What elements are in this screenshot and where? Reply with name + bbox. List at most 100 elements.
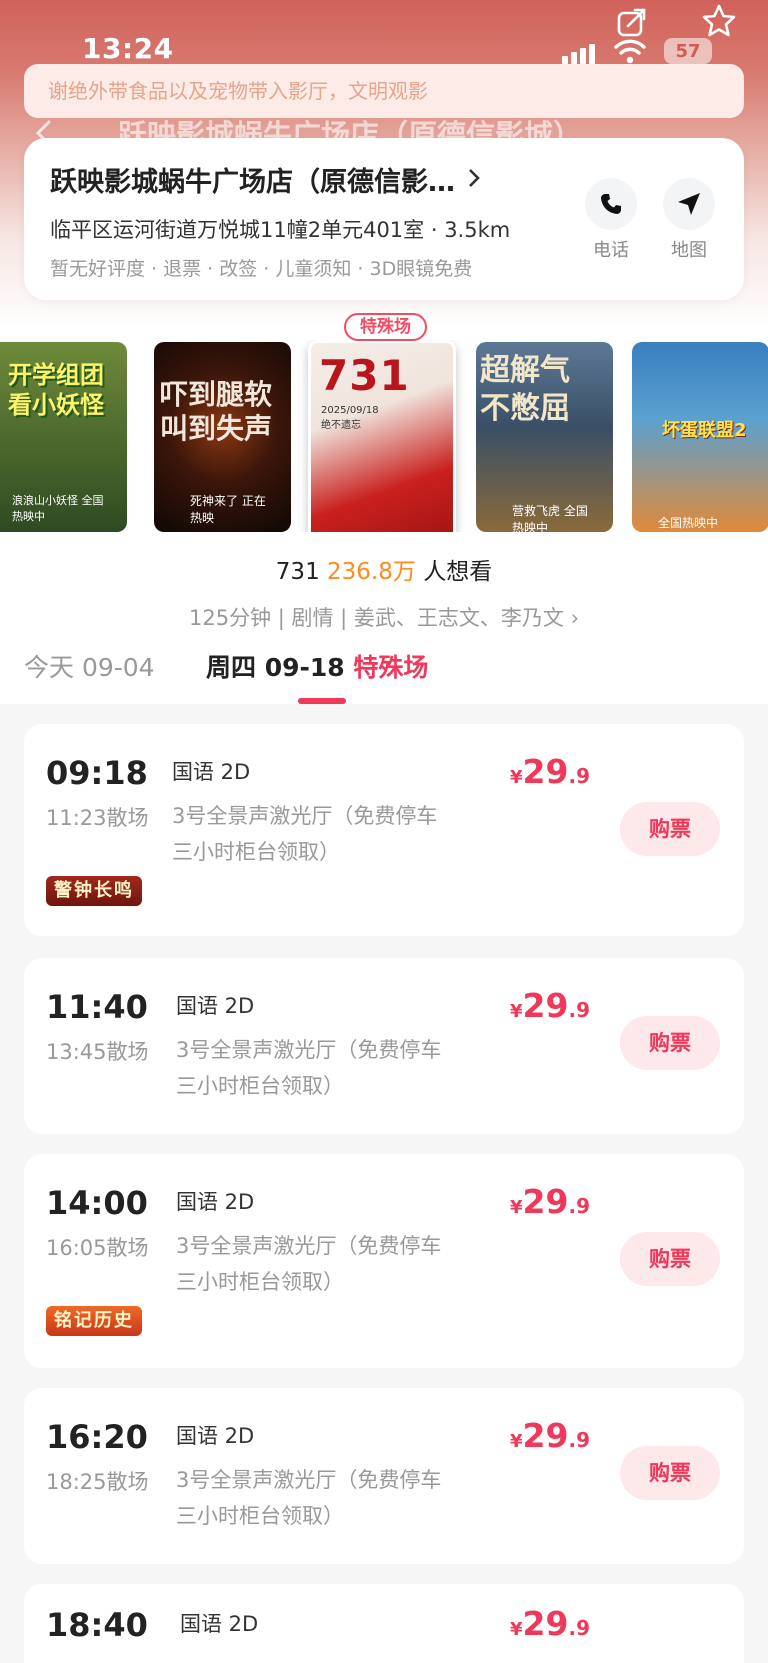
- poster-item-selected[interactable]: 731 2025/09/18 绝不遗忘: [308, 340, 456, 532]
- hall-line-1: 3号全景声激光厅（免费停车: [176, 1038, 442, 1062]
- movie-meta[interactable]: 125分钟 | 剧情 | 姜武、王志文、李乃文 ›: [0, 602, 768, 632]
- poster-title: 坏蛋联盟2: [662, 420, 747, 441]
- status-bar: 13:24 57: [0, 0, 768, 70]
- tab-special-label: 特殊场: [353, 653, 429, 682]
- session-card[interactable]: 09:18 11:23散场 国语 2D 3号全景声激光厅（免费停车 三小时柜台领…: [24, 724, 744, 936]
- price-decimal: .9: [568, 998, 590, 1022]
- price-currency: ¥: [510, 1197, 523, 1218]
- price-integer: 29: [522, 986, 569, 1025]
- cinema-tags: 暂无好评度 · 退票 · 改签 · 儿童须知 · 3D眼镜免费: [50, 258, 473, 280]
- date-tabs: 今天 09-04 周四 09-18 特殊场: [24, 648, 744, 704]
- poster-subtitle: 全国热映中: [658, 516, 719, 530]
- movie-poster-carousel[interactable]: 开学组团看小妖怪 浪浪山小妖怪 全国热映中 吓到腿软 叫到失声 死神来了 正在热…: [0, 340, 768, 532]
- session-end-time: 18:25散场: [46, 1470, 149, 1494]
- movie-title-line: 731 236.8万 人想看: [0, 552, 768, 586]
- poster-subtitle: 2025/09/18 绝不遗忘: [321, 405, 379, 431]
- poster-title: 开学组团看小妖怪: [8, 361, 104, 419]
- hall-line-2: 三小时柜台领取）: [176, 1504, 344, 1528]
- price-decimal: .9: [568, 764, 590, 788]
- hall-line-2: 三小时柜台领取）: [172, 840, 340, 864]
- buy-ticket-button[interactable]: 购票: [620, 1232, 720, 1286]
- session-price: ¥29.9: [510, 1182, 590, 1221]
- session-start-time: 16:20: [46, 1418, 148, 1456]
- price-currency: ¥: [510, 1431, 523, 1452]
- tab-today[interactable]: 今天 09-04: [24, 648, 155, 684]
- poster-item[interactable]: 开学组团看小妖怪 浪浪山小妖怪 全国热映中: [0, 342, 127, 532]
- session-price: ¥29.9: [510, 1416, 590, 1455]
- session-card[interactable]: 11:40 13:45散场 国语 2D 3号全景声激光厅（免费停车 三小时柜台领…: [24, 958, 744, 1134]
- poster-title: 731: [319, 351, 410, 400]
- poster-title: 超解气 不憋屈: [480, 353, 570, 426]
- price-decimal: .9: [568, 1428, 590, 1452]
- price-currency: ¥: [510, 1619, 523, 1640]
- session-language: 国语 2D: [176, 1190, 255, 1214]
- session-tag: 铭记历史: [46, 1306, 142, 1336]
- phone-label: 电话: [593, 240, 629, 261]
- session-end-time: 13:45散场: [46, 1040, 149, 1064]
- hall-line-1: 3号全景声激光厅（免费停车: [176, 1468, 442, 1492]
- cinema-name-row[interactable]: 跃映影城蜗牛广场店（原德信影…: [50, 160, 481, 199]
- session-hall: 3号全景声激光厅（免费停车 三小时柜台领取）: [176, 1228, 476, 1300]
- special-screening-badge: 特殊场: [344, 313, 427, 341]
- session-start-time: 09:18: [46, 754, 148, 792]
- battery-indicator: 57: [664, 38, 712, 64]
- poster-subtitle: 死神来了 正在热映: [190, 494, 266, 525]
- session-language: 国语 2D: [176, 994, 255, 1018]
- status-time: 13:24: [82, 32, 174, 65]
- session-tag: 警钟长鸣: [46, 876, 142, 906]
- phone-button[interactable]: 电话: [584, 178, 638, 262]
- session-price: ¥29.9: [510, 1604, 590, 1643]
- tab-date-label: 周四 09-18: [206, 653, 345, 682]
- price-integer: 29: [522, 752, 569, 791]
- chevron-right-icon: [467, 167, 481, 193]
- hall-line-2: 三小时柜台领取）: [176, 1074, 344, 1098]
- price-currency: ¥: [510, 767, 523, 788]
- hall-line-1: 3号全景声激光厅（免费停车: [176, 1234, 442, 1258]
- session-start-time: 14:00: [46, 1184, 148, 1222]
- cinema-info-card[interactable]: 跃映影城蜗牛广场店（原德信影… 临平区运河街道万悦城11幢2单元401室 · 3…: [24, 138, 744, 300]
- price-currency: ¥: [510, 1001, 523, 1022]
- poster-item[interactable]: 吓到腿软 叫到失声 死神来了 正在热映: [154, 342, 291, 532]
- movie-info[interactable]: 731 236.8万 人想看 125分钟 | 剧情 | 姜武、王志文、李乃文 ›: [0, 552, 768, 632]
- buy-ticket-button[interactable]: 购票: [620, 802, 720, 856]
- poster-item[interactable]: 坏蛋联盟2 全国热映中: [632, 342, 768, 532]
- cinema-address: 临平区运河街道万悦城11幢2单元401室 · 3.5km: [50, 218, 511, 242]
- price-integer: 29: [522, 1416, 569, 1455]
- map-button[interactable]: 地图: [662, 178, 716, 262]
- session-hall: 3号全景声激光厅（免费停车 三小时柜台领取）: [176, 1462, 476, 1534]
- session-language: 国语 2D: [172, 760, 251, 784]
- cinema-name: 跃映影城蜗牛广场店（原德信影…: [50, 167, 455, 198]
- want-count: 236.8万: [327, 559, 416, 585]
- session-language: 国语 2D: [180, 1612, 259, 1636]
- notice-banner: 谢绝外带食品以及宠物带入影厅，文明观影: [24, 64, 744, 118]
- tab-0918[interactable]: 周四 09-18 特殊场: [206, 648, 428, 684]
- poster-item[interactable]: 超解气 不憋屈 营救飞虎 全国热映中: [476, 342, 613, 532]
- buy-ticket-button[interactable]: 购票: [620, 1016, 720, 1070]
- price-decimal: .9: [568, 1194, 590, 1218]
- poster-subtitle: 营救飞虎 全国热映中: [512, 504, 588, 532]
- session-start-time: 11:40: [46, 988, 148, 1026]
- session-end-time: 16:05散场: [46, 1236, 149, 1260]
- price-integer: 29: [522, 1182, 569, 1221]
- session-card[interactable]: 14:00 16:05散场 国语 2D 3号全景声激光厅（免费停车 三小时柜台领…: [24, 1154, 744, 1368]
- poster-subtitle: 浪浪山小妖怪 全国热映中: [12, 494, 104, 523]
- session-card[interactable]: 18:40 国语 2D ¥29.9: [24, 1584, 744, 1663]
- hall-line-1: 3号全景声激光厅（免费停车: [172, 804, 438, 828]
- hall-line-2: 三小时柜台领取）: [176, 1270, 344, 1294]
- price-integer: 29: [522, 1604, 569, 1643]
- map-label: 地图: [671, 240, 707, 261]
- buy-ticket-button[interactable]: 购票: [620, 1446, 720, 1500]
- session-hall: 3号全景声激光厅（免费停车 三小时柜台领取）: [176, 1032, 476, 1104]
- session-language: 国语 2D: [176, 1424, 255, 1448]
- session-start-time: 18:40: [46, 1606, 148, 1644]
- session-price: ¥29.9: [510, 752, 590, 791]
- price-decimal: .9: [568, 1616, 590, 1640]
- poster-title: 吓到腿软 叫到失声: [160, 378, 273, 445]
- movie-name: 731: [275, 559, 320, 585]
- session-price: ¥29.9: [510, 986, 590, 1025]
- session-end-time: 11:23散场: [46, 806, 149, 830]
- session-card[interactable]: 16:20 18:25散场 国语 2D 3号全景声激光厅（免费停车 三小时柜台领…: [24, 1388, 744, 1564]
- session-hall: 3号全景声激光厅（免费停车 三小时柜台领取）: [172, 798, 472, 870]
- signal-icon: [562, 42, 598, 64]
- navigation-arrow-icon: [663, 178, 715, 230]
